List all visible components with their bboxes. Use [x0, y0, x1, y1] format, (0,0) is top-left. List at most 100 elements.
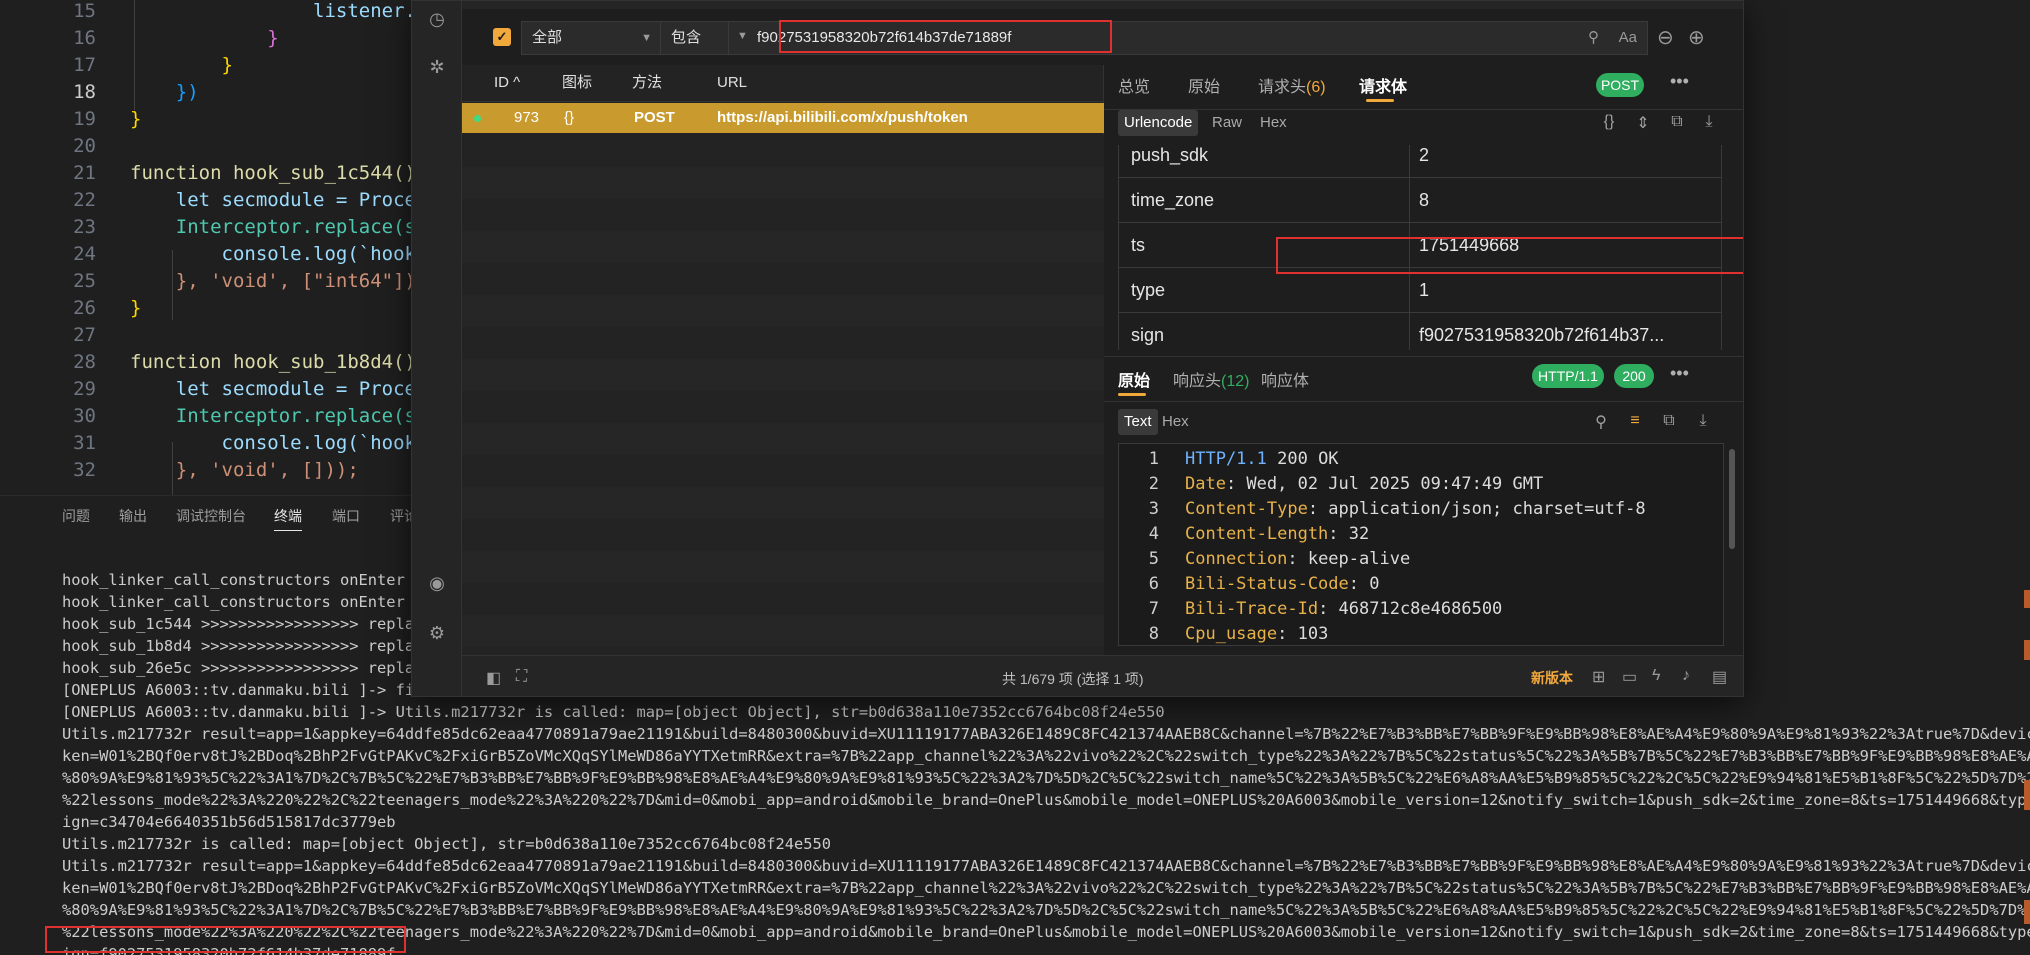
editor-line[interactable]: 29 let secmodule = Proces [0, 376, 427, 403]
more-icon[interactable]: ••• [1670, 363, 1689, 384]
status-bar: ◧ ⛶ 共 1/679 项 (选择 1 项) 新版本 ⊞ ▭ ϟ ♪ ▤ [462, 655, 1743, 696]
split-view-icon[interactable]: ◧ [486, 668, 501, 688]
subtab-raw[interactable]: Raw [1206, 110, 1248, 136]
header-value: : 0 [1348, 574, 1380, 594]
editor-line[interactable]: 19} [0, 106, 420, 133]
download-icon[interactable]: ⤓ [1693, 412, 1713, 430]
editor-line[interactable]: 23 Interceptor.replace(se [0, 214, 427, 241]
tab-response-body[interactable]: 响应体 [1261, 367, 1309, 391]
editor-line[interactable]: 16 } [0, 25, 420, 52]
wrap-icon[interactable]: ≡ [1625, 412, 1645, 430]
braces-icon[interactable]: {} [1599, 113, 1619, 131]
divider [1409, 223, 1410, 267]
copy-icon[interactable]: ⧉ [1659, 412, 1679, 430]
editor-line[interactable]: 15 listener.c [0, 0, 427, 25]
header-name: HTTP/1.1 [1185, 449, 1267, 469]
editor-line[interactable]: 25 }, 'void', ["int64"])) [0, 268, 427, 295]
search-icon[interactable]: ⚲ [1591, 412, 1611, 432]
row-icon: {} [564, 109, 575, 126]
comment-icon[interactable]: ▭ [1622, 667, 1637, 687]
http-version-badge: HTTP/1.1 [1532, 364, 1604, 388]
editor-line[interactable]: 32 }, 'void', [])); [0, 457, 420, 484]
tab-response-headers[interactable]: 响应头(12) [1173, 367, 1249, 391]
tab-output[interactable]: 输出 [119, 506, 147, 526]
editor-line[interactable]: 30 Interceptor.replace(se [0, 403, 427, 430]
script-icon[interactable]: ϟ [1652, 667, 1660, 685]
editor-line[interactable]: 26} [0, 295, 420, 322]
editor-line[interactable]: 18 }) [0, 79, 420, 106]
line-number: 1 [1148, 449, 1159, 469]
tab-ports[interactable]: 端口 [332, 506, 360, 526]
header-name: Content-Length [1185, 524, 1329, 544]
param-key: type [1131, 280, 1166, 300]
col-header-icon[interactable]: 图标 [562, 65, 592, 101]
editor-line[interactable]: 22 let secmodule = Proces [0, 187, 427, 214]
subtab-urlencode[interactable]: Urlencode [1118, 110, 1199, 136]
more-icon[interactable]: ••• [1670, 71, 1689, 92]
line-code: console.log(`hook_su [130, 243, 451, 265]
line-number: 8 [1148, 624, 1159, 644]
filter-enabled-checkbox[interactable]: ✓ [493, 28, 511, 46]
settings-icon[interactable]: ⚙ [425, 621, 449, 645]
tab-terminal[interactable]: 终端 [274, 506, 302, 531]
empty-row [462, 135, 1104, 167]
search-input[interactable]: ▼ f9027531958320b72f614b37de71889f ⚲ Aa [728, 21, 1648, 55]
copy-icon[interactable]: ⧉ [1667, 113, 1687, 131]
tools-icon[interactable]: ✲ [425, 55, 449, 79]
tab-problems[interactable]: 问题 [62, 506, 90, 526]
editor-line[interactable]: 28 function hook_sub_1b8d4() [0, 349, 420, 376]
add-filter-icon[interactable]: ⊕ [1688, 25, 1705, 50]
param-row[interactable]: sign f9027531958320b72f614b37... [1118, 313, 1722, 350]
tab-request-headers[interactable]: 请求头(6) [1258, 73, 1326, 97]
terminal-line: Utils.m217732r result=app=1&appkey=64ddf… [62, 725, 2030, 743]
col-header-url[interactable]: URL [717, 65, 747, 101]
col-header-method[interactable]: 方法 [632, 65, 662, 101]
line-number: 21 [73, 162, 96, 184]
editor-line[interactable]: 27 [0, 322, 420, 349]
tab-request-body[interactable]: 请求体 [1359, 73, 1407, 97]
response-text[interactable]: 1 HTTP/1.1 200 OK 2 Date: Wed, 02 Jul 2025 … [1118, 443, 1724, 646]
capture-icon[interactable]: ⊞ [1592, 667, 1605, 687]
scroll-marker [2024, 640, 2030, 660]
editor-line[interactable]: 17 } [0, 52, 420, 79]
history-icon[interactable]: ◷ [425, 7, 449, 31]
editor-line[interactable]: 21 function hook_sub_1c544() [0, 160, 420, 187]
expand-icon[interactable]: ⛶ [516, 668, 527, 686]
terminal-line: hook_linker_call_constructors onEnter [62, 593, 405, 611]
table-row[interactable]: 973 {} POST https://api.bilibili.com/x/p… [462, 103, 1104, 133]
editor-line[interactable]: 20 [0, 133, 420, 160]
divider [1104, 401, 1743, 402]
sort-asc-icon: ^ [513, 74, 521, 91]
regex-icon[interactable]: ⚲ [1588, 28, 1599, 46]
editor-line[interactable]: 31 console.log(`hook_su [0, 430, 450, 457]
match-case-toggle[interactable]: Aa [1619, 29, 1637, 46]
param-row[interactable]: type 1 [1118, 268, 1722, 313]
empty-row [462, 295, 1104, 327]
subtab-hex[interactable]: Hex [1254, 110, 1293, 136]
param-row[interactable]: push_sdk 2 [1118, 145, 1722, 178]
col-header-id[interactable]: ID ^ [494, 65, 520, 101]
request-list[interactable]: ID ^ 图标 方法 URL 973 {} POST https://api.b… [462, 65, 1104, 679]
new-version-link[interactable]: 新版本 [1531, 668, 1573, 688]
param-row[interactable]: ts 1751449668 [1118, 223, 1722, 268]
scroll-marker [2024, 900, 2030, 924]
notification-icon[interactable]: ♪ [1682, 667, 1690, 685]
param-row[interactable]: time_zone 8 [1118, 178, 1722, 223]
empty-row [462, 327, 1104, 359]
subtab-hex[interactable]: Hex [1156, 409, 1195, 435]
layout-icon[interactable]: ▤ [1712, 667, 1727, 687]
tab-request-raw[interactable]: 原始 [1188, 73, 1220, 97]
account-icon[interactable]: ◉ [425, 571, 449, 595]
scrollbar[interactable] [1729, 449, 1735, 549]
download-icon[interactable]: ⤓ [1699, 113, 1719, 131]
remove-filter-icon[interactable]: ⊖ [1657, 25, 1674, 50]
subtab-text[interactable]: Text [1118, 409, 1158, 435]
tab-response-raw[interactable]: 原始 [1118, 367, 1150, 391]
search-input-value: f9027531958320b72f614b37de71889f [757, 29, 1012, 46]
tab-debug-console[interactable]: 调试控制台 [176, 506, 246, 526]
scope-select[interactable]: 全部 ▼ [521, 21, 661, 55]
expand-collapse-icon[interactable]: ⇕ [1633, 113, 1653, 133]
line-code: let secmodule = Proces [130, 378, 428, 400]
editor-line[interactable]: 24 console.log(`hook_su [0, 241, 450, 268]
tab-overview[interactable]: 总览 [1118, 73, 1150, 97]
